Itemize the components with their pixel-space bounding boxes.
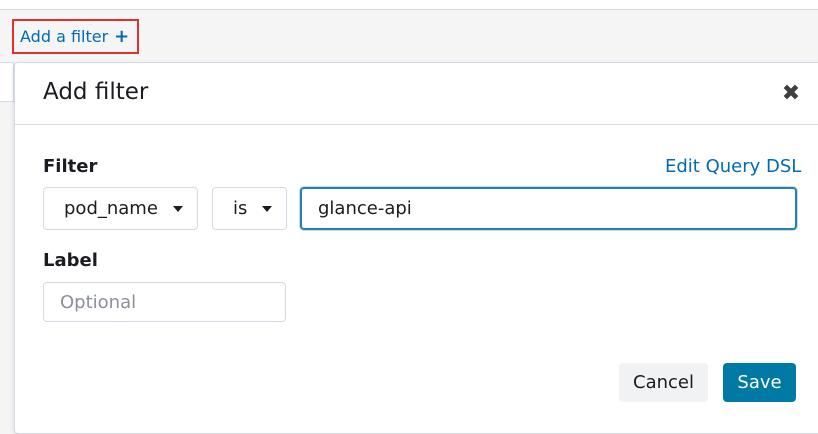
chevron-down-icon — [262, 205, 272, 212]
filter-value-input[interactable] — [300, 187, 797, 230]
add-filter-link[interactable]: Add a filter + — [12, 19, 139, 54]
edit-query-dsl-link[interactable]: Edit Query DSL — [665, 156, 801, 177]
close-icon[interactable]: ✖ — [779, 81, 803, 106]
add-filter-popover: Add filter ✖ Filter Edit Query DSL pod_n… — [14, 62, 818, 434]
filter-bar: Add a filter + — [0, 10, 818, 62]
label-label: Label — [43, 250, 98, 271]
plus-icon[interactable]: + — [114, 27, 129, 46]
label-input[interactable] — [43, 282, 286, 322]
cancel-button[interactable]: Cancel — [619, 363, 708, 402]
add-filter-label[interactable]: Add a filter — [20, 27, 108, 46]
filter-pill-edge — [0, 62, 14, 102]
operator-select-value: is — [233, 198, 248, 219]
operator-select[interactable]: is — [212, 187, 287, 230]
save-button[interactable]: Save — [723, 363, 796, 402]
top-strip — [0, 0, 818, 10]
field-select[interactable]: pod_name — [43, 187, 198, 230]
popover-header: Add filter ✖ — [15, 63, 818, 125]
popover-title: Add filter — [43, 79, 149, 105]
filter-label: Filter — [43, 156, 98, 177]
field-select-value: pod_name — [64, 198, 158, 219]
chevron-down-icon — [173, 205, 183, 212]
